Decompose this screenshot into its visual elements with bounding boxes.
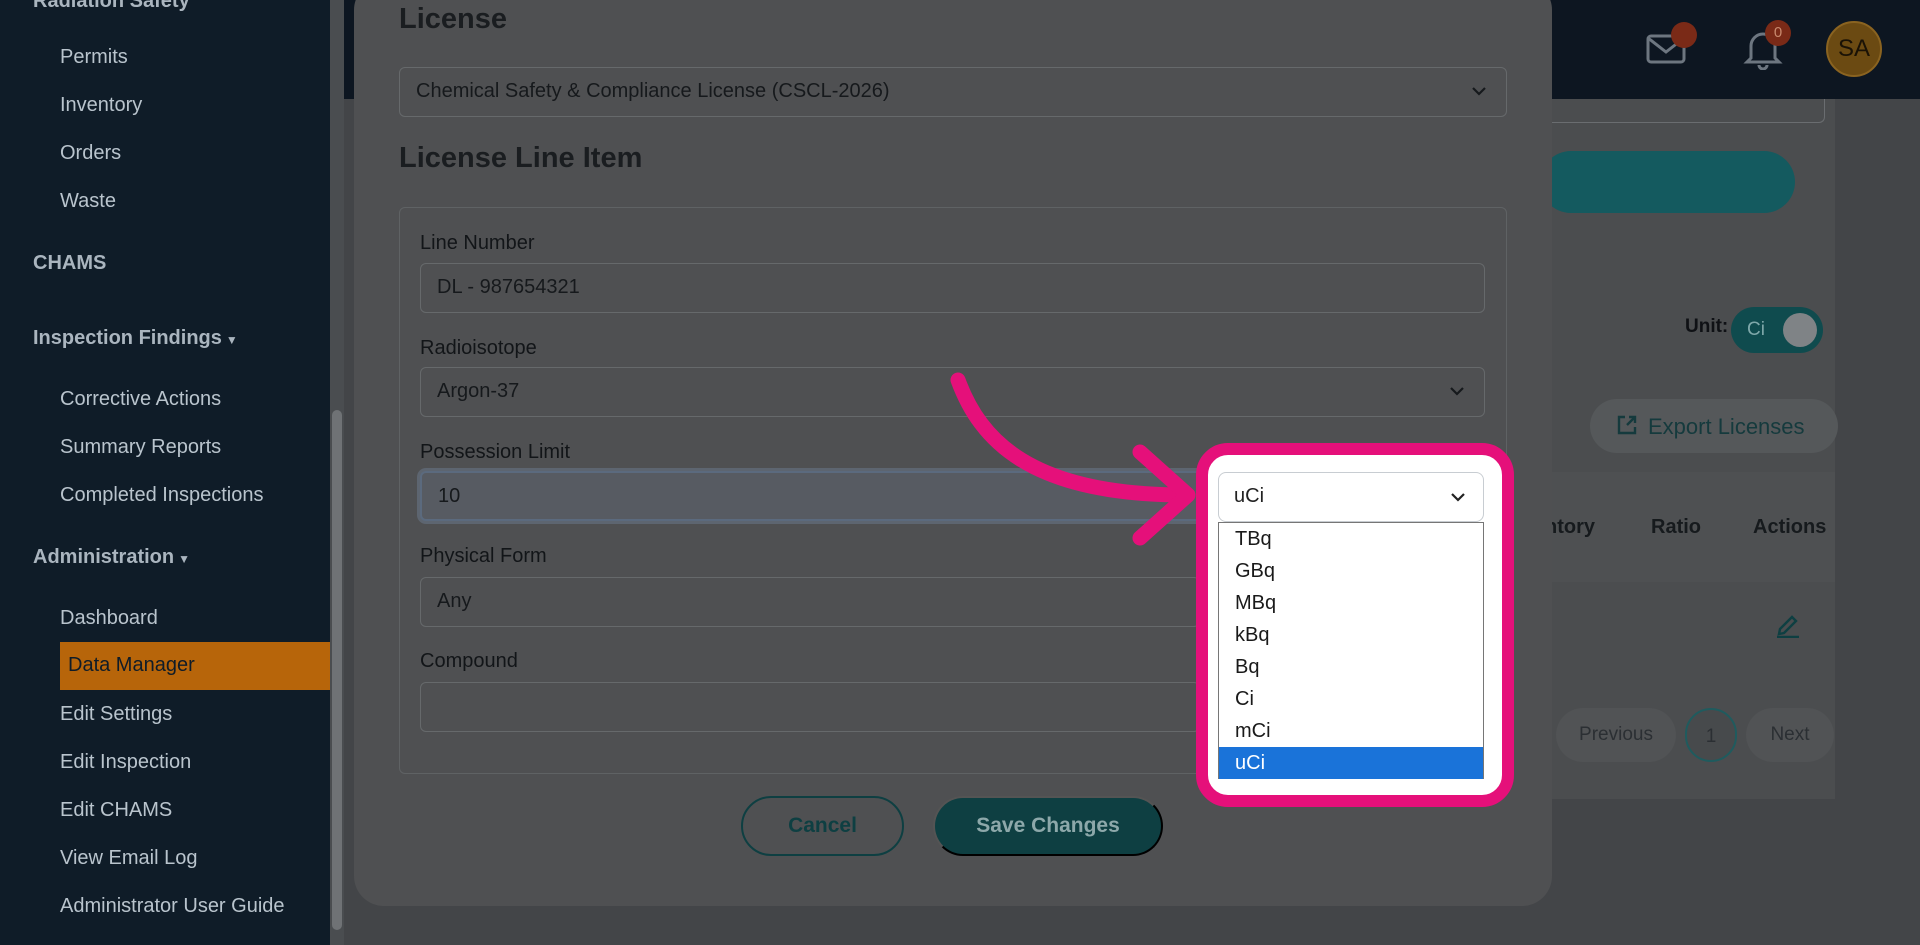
line-item-heading: License Line Item xyxy=(399,142,643,174)
radioisotope-value: Argon-37 xyxy=(437,380,520,402)
unit-toggle[interactable]: Ci xyxy=(1731,307,1823,353)
line-number-value: DL - 987654321 xyxy=(437,276,580,298)
possession-limit-value: 10 xyxy=(438,485,461,507)
possession-unit-value: uCi xyxy=(1234,485,1265,507)
avatar[interactable]: SA xyxy=(1826,21,1882,77)
caret-down-icon: ▼ xyxy=(178,552,191,566)
license-heading: License xyxy=(399,3,507,35)
physical-form-label: Physical Form xyxy=(420,545,547,567)
edit-icon[interactable] xyxy=(1775,610,1801,643)
sidebar-item-waste[interactable]: Waste xyxy=(60,190,116,213)
cancel-button[interactable]: Cancel xyxy=(741,796,904,856)
sidebar-item-edit-chams[interactable]: Edit CHAMS xyxy=(60,799,172,822)
notification-badge: 0 xyxy=(1765,20,1791,46)
chevron-down-icon xyxy=(1470,82,1488,106)
sidebar-section-chams[interactable]: CHAMS xyxy=(33,252,106,275)
previous-button[interactable]: Previous xyxy=(1556,708,1676,762)
sidebar-item-administrator-user-guide[interactable]: Administrator User Guide xyxy=(60,895,285,918)
caret-down-icon: ▼ xyxy=(225,333,238,347)
unit-option-gbq[interactable]: GBq xyxy=(1219,555,1483,587)
mail-badge xyxy=(1671,22,1697,48)
sidebar-item-completed-inspections[interactable]: Completed Inspections xyxy=(60,484,263,507)
column-inventory[interactable]: ntory xyxy=(1545,516,1595,539)
unit-option-kbq[interactable]: kBq xyxy=(1219,619,1483,651)
radioisotope-label: Radioisotope xyxy=(420,337,537,359)
sidebar-item-summary-reports[interactable]: Summary Reports xyxy=(60,436,221,459)
possession-limit-label: Possession Limit xyxy=(420,441,571,463)
sidebar-item-edit-inspection[interactable]: Edit Inspection xyxy=(60,751,191,774)
sidebar-item-dashboard[interactable]: Dashboard xyxy=(60,607,158,630)
mail-icon[interactable] xyxy=(1645,22,1697,71)
unit-option-tbq[interactable]: TBq xyxy=(1219,523,1483,555)
export-icon xyxy=(1616,414,1638,442)
sidebar-item-permits[interactable]: Permits xyxy=(60,46,128,69)
unit-options-list: TBq GBq MBq kBq Bq Ci mCi uCi xyxy=(1218,522,1484,779)
license-select-value: Chemical Safety & Compliance License (CS… xyxy=(416,80,890,102)
unit-toggle-label: Ci xyxy=(1747,319,1765,340)
filter-select[interactable] xyxy=(1545,99,1825,123)
chevron-down-icon xyxy=(1448,382,1466,406)
sidebar-item-data-manager-label: Data Manager xyxy=(68,654,195,676)
column-actions: Actions xyxy=(1753,516,1827,538)
line-number-label: Line Number xyxy=(420,232,535,254)
sidebar-item-edit-settings[interactable]: Edit Settings xyxy=(60,703,172,726)
sidebar-section-inspection-findings[interactable]: Inspection Findings ▼ xyxy=(33,327,238,350)
sidebar-scrollbar[interactable] xyxy=(330,0,344,945)
sidebar-item-corrective-actions[interactable]: Corrective Actions xyxy=(60,388,221,411)
toggle-knob xyxy=(1783,313,1817,347)
unit-label: Unit: xyxy=(1685,316,1729,337)
sidebar-section-administration[interactable]: Administration ▼ xyxy=(33,546,190,569)
sidebar-item-view-email-log[interactable]: View Email Log xyxy=(60,847,197,870)
compound-input[interactable] xyxy=(420,682,1200,732)
unit-option-bq[interactable]: Bq xyxy=(1219,651,1483,683)
scrollbar-thumb[interactable] xyxy=(332,410,342,930)
sidebar: Radiation Safety Permits Inventory Order… xyxy=(0,0,330,945)
sidebar-item-orders[interactable]: Orders xyxy=(60,142,121,165)
unit-option-uci[interactable]: uCi xyxy=(1219,747,1483,779)
compound-label: Compound xyxy=(420,650,518,672)
page-1-button[interactable]: 1 xyxy=(1685,708,1737,762)
physical-form-select[interactable]: Any xyxy=(420,577,1200,627)
sidebar-item-inventory[interactable]: Inventory xyxy=(60,94,142,117)
column-ratio[interactable]: Ratio xyxy=(1651,516,1701,539)
bell-icon[interactable]: 0 xyxy=(1743,20,1791,75)
annotation-arrow-icon xyxy=(950,372,1196,546)
export-licenses-button[interactable]: Export Licenses xyxy=(1590,399,1838,453)
sidebar-section-label: Inspection Findings xyxy=(33,327,222,349)
sidebar-section-radiation-safety[interactable]: Radiation Safety xyxy=(33,0,190,13)
physical-form-value: Any xyxy=(437,590,472,612)
export-label: Export Licenses xyxy=(1648,414,1805,439)
line-number-input[interactable]: DL - 987654321 xyxy=(420,263,1485,313)
next-button[interactable]: Next xyxy=(1746,708,1834,762)
search-button[interactable] xyxy=(1540,151,1795,213)
unit-option-mci[interactable]: mCi xyxy=(1219,715,1483,747)
sidebar-section-label: Administration xyxy=(33,546,175,568)
possession-unit-select[interactable]: uCi xyxy=(1218,472,1484,522)
license-select[interactable]: Chemical Safety & Compliance License (CS… xyxy=(399,67,1507,117)
save-changes-button[interactable]: Save Changes xyxy=(933,796,1163,856)
chevron-down-icon xyxy=(1449,488,1467,512)
unit-option-ci[interactable]: Ci xyxy=(1219,683,1483,715)
unit-option-mbq[interactable]: MBq xyxy=(1219,587,1483,619)
